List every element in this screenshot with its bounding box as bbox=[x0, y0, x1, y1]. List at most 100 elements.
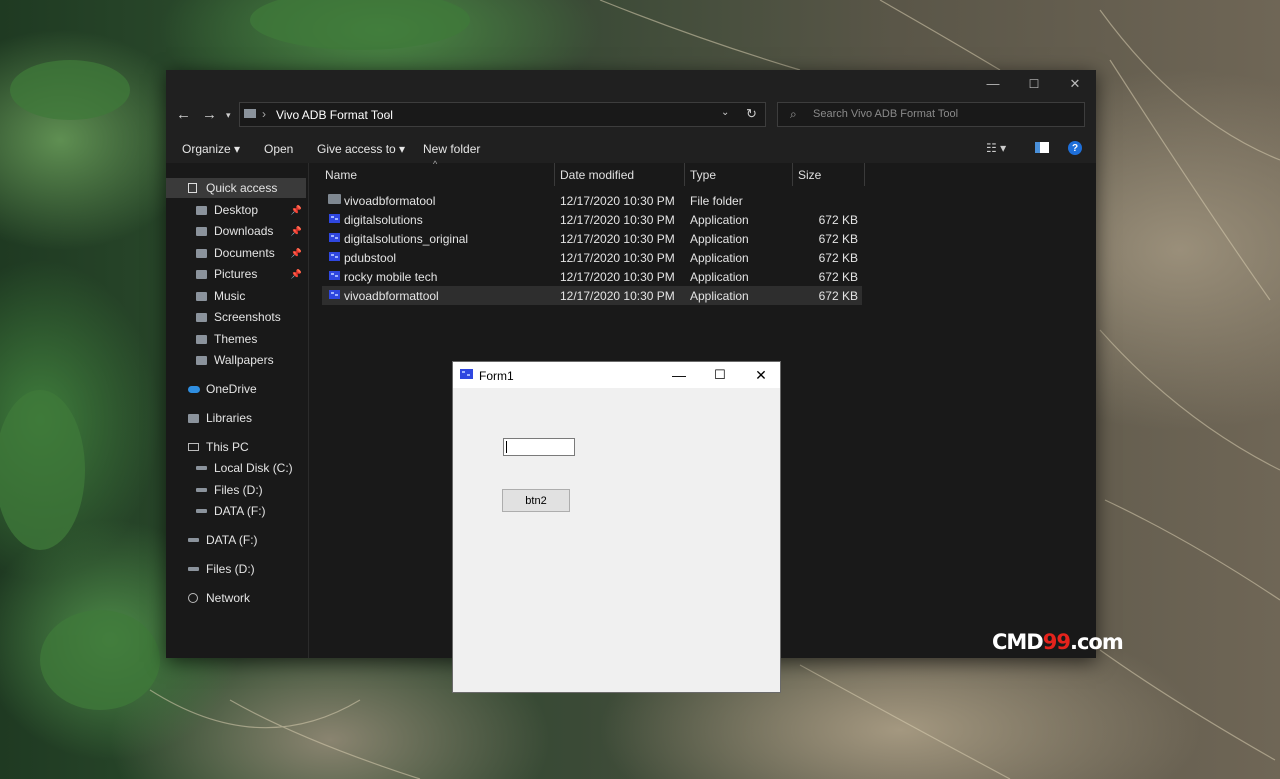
folder-icon bbox=[196, 312, 207, 322]
minimize-button[interactable]: — bbox=[970, 70, 1016, 97]
libraries-icon bbox=[188, 413, 199, 423]
close-button[interactable]: ✕ bbox=[740, 362, 782, 388]
nav-item-screenshots[interactable]: Screenshots bbox=[166, 307, 306, 327]
organize-menu[interactable]: Organize ▾ bbox=[182, 142, 240, 156]
search-input[interactable]: ⌕ Search Vivo ADB Format Tool bbox=[777, 102, 1085, 127]
application-icon bbox=[329, 233, 340, 242]
nav-item-local-disk-c[interactable]: Local Disk (C:) bbox=[166, 458, 306, 478]
maximize-button[interactable]: ☐ bbox=[1011, 70, 1057, 97]
nav-item-themes[interactable]: Themes bbox=[166, 329, 306, 349]
nav-item-label: Wallpapers bbox=[214, 353, 274, 367]
preview-pane-icon[interactable] bbox=[1035, 142, 1049, 153]
new-folder-button[interactable]: New folder bbox=[423, 142, 480, 156]
file-row[interactable]: vivoadbformatool 12/17/2020 10:30 PM Fil… bbox=[322, 191, 862, 210]
nav-item-data-f[interactable]: DATA (F:) bbox=[166, 501, 306, 521]
form1-window: Form1 — ☐ ✕ btn2 bbox=[452, 361, 781, 693]
nav-item-label: Files (D:) bbox=[206, 562, 255, 576]
file-type: Application bbox=[690, 270, 749, 284]
form1-title-bar[interactable]: Form1 — ☐ ✕ bbox=[453, 362, 780, 388]
column-divider[interactable] bbox=[554, 163, 555, 186]
pin-icon: 📌 bbox=[290, 204, 302, 215]
application-icon bbox=[329, 290, 340, 299]
back-arrow-icon[interactable]: ← bbox=[176, 106, 191, 123]
view-options-icon[interactable]: ☷ ▾ bbox=[986, 141, 1006, 155]
nav-item-label: This PC bbox=[206, 440, 249, 454]
nav-item-quick-access[interactable]: Quick access bbox=[166, 178, 306, 198]
close-button[interactable]: ✕ bbox=[1052, 70, 1098, 97]
open-button[interactable]: Open bbox=[264, 142, 293, 156]
folder-icon bbox=[328, 194, 341, 204]
nav-item-music[interactable]: Music bbox=[166, 286, 306, 306]
watermark-text: CMD bbox=[992, 630, 1044, 654]
help-icon[interactable]: ? bbox=[1068, 141, 1082, 155]
nav-item-label: Desktop bbox=[214, 203, 259, 217]
file-size: 672 KB bbox=[818, 270, 858, 284]
nav-item-data-f-root[interactable]: DATA (F:) bbox=[166, 530, 306, 550]
file-size: 672 KB bbox=[818, 289, 858, 303]
pin-icon: 📌 bbox=[290, 247, 302, 258]
text-input[interactable] bbox=[503, 438, 575, 456]
nav-item-pictures[interactable]: Pictures 📌 bbox=[166, 264, 306, 284]
drive-icon bbox=[196, 488, 207, 492]
file-date: 12/17/2020 10:30 PM bbox=[560, 213, 675, 227]
nav-item-network[interactable]: Network bbox=[166, 588, 306, 608]
file-row[interactable]: pdubstool 12/17/2020 10:30 PM Applicatio… bbox=[322, 248, 862, 267]
forward-arrow-icon[interactable]: → bbox=[202, 106, 217, 123]
nav-item-this-pc[interactable]: This PC bbox=[166, 437, 306, 457]
file-type: File folder bbox=[690, 194, 743, 208]
file-row[interactable]: digitalsolutions_original 12/17/2020 10:… bbox=[322, 229, 862, 248]
search-icon: ⌕ bbox=[790, 107, 797, 121]
title-bar: — ☐ ✕ bbox=[166, 70, 1096, 97]
file-row[interactable]: digitalsolutions 12/17/2020 10:30 PM App… bbox=[322, 210, 862, 229]
search-placeholder: Search Vivo ADB Format Tool bbox=[813, 108, 959, 120]
drive-icon bbox=[188, 567, 199, 571]
column-header-type[interactable]: Type bbox=[690, 163, 716, 186]
give-access-menu[interactable]: Give access to ▾ bbox=[317, 142, 405, 156]
refresh-icon[interactable]: ↻ bbox=[746, 106, 757, 122]
desktop-folder-icon bbox=[196, 205, 207, 215]
nav-item-files-d[interactable]: Files (D:) bbox=[166, 480, 306, 500]
minimize-button[interactable]: — bbox=[658, 362, 700, 388]
column-divider[interactable] bbox=[864, 163, 865, 186]
pin-icon: 📌 bbox=[290, 268, 302, 279]
nav-item-label: Quick access bbox=[206, 181, 278, 195]
breadcrumb-chevron-icon[interactable]: › bbox=[386, 107, 390, 121]
cloud-icon bbox=[188, 385, 200, 393]
breadcrumb-current[interactable]: Vivo ADB Format Tool bbox=[276, 108, 393, 122]
file-date: 12/17/2020 10:30 PM bbox=[560, 289, 675, 303]
btn2-button[interactable]: btn2 bbox=[502, 489, 570, 512]
file-date: 12/17/2020 10:30 PM bbox=[560, 251, 675, 265]
file-row-selected[interactable]: vivoadbformattool 12/17/2020 10:30 PM Ap… bbox=[322, 286, 862, 305]
column-header-size[interactable]: Size bbox=[798, 163, 821, 186]
computer-icon bbox=[188, 443, 199, 451]
column-header-date[interactable]: Date modified bbox=[560, 163, 634, 186]
nav-item-label: Downloads bbox=[214, 224, 274, 238]
nav-item-libraries[interactable]: Libraries bbox=[166, 408, 306, 428]
application-icon bbox=[329, 252, 340, 261]
nav-item-onedrive[interactable]: OneDrive bbox=[166, 379, 306, 399]
address-dropdown-icon[interactable]: ⌄ bbox=[721, 107, 729, 118]
nav-item-downloads[interactable]: Downloads 📌 bbox=[166, 221, 306, 241]
nav-item-label: Libraries bbox=[206, 411, 253, 425]
watermark-text: 99 bbox=[1042, 630, 1071, 654]
nav-item-files-d-root[interactable]: Files (D:) bbox=[166, 559, 306, 579]
file-row[interactable]: rocky mobile tech 12/17/2020 10:30 PM Ap… bbox=[322, 267, 862, 286]
address-bar[interactable]: › Vivo ADB Format Tool › ⌄ ↻ bbox=[239, 102, 766, 127]
nav-item-wallpapers[interactable]: Wallpapers bbox=[166, 350, 306, 370]
nav-item-desktop[interactable]: Desktop 📌 bbox=[166, 200, 306, 220]
music-folder-icon bbox=[196, 291, 207, 301]
column-divider[interactable] bbox=[792, 163, 793, 186]
nav-item-documents[interactable]: Documents 📌 bbox=[166, 243, 306, 263]
column-divider[interactable] bbox=[684, 163, 685, 186]
nav-item-label: Themes bbox=[214, 332, 258, 346]
recent-locations-chevron-icon[interactable]: ▾ bbox=[226, 110, 231, 121]
file-name: vivoadbformattool bbox=[344, 289, 439, 303]
documents-folder-icon bbox=[196, 248, 207, 258]
file-name: pdubstool bbox=[344, 251, 397, 265]
navigation-pane: Quick access Desktop 📌 Downloads 📌 Docum… bbox=[166, 163, 309, 658]
nav-item-label: DATA (F:) bbox=[214, 504, 266, 518]
folder-icon bbox=[196, 355, 207, 365]
nav-item-label: Music bbox=[214, 289, 246, 303]
column-header-name[interactable]: Name bbox=[325, 163, 357, 186]
maximize-button[interactable]: ☐ bbox=[699, 362, 741, 388]
